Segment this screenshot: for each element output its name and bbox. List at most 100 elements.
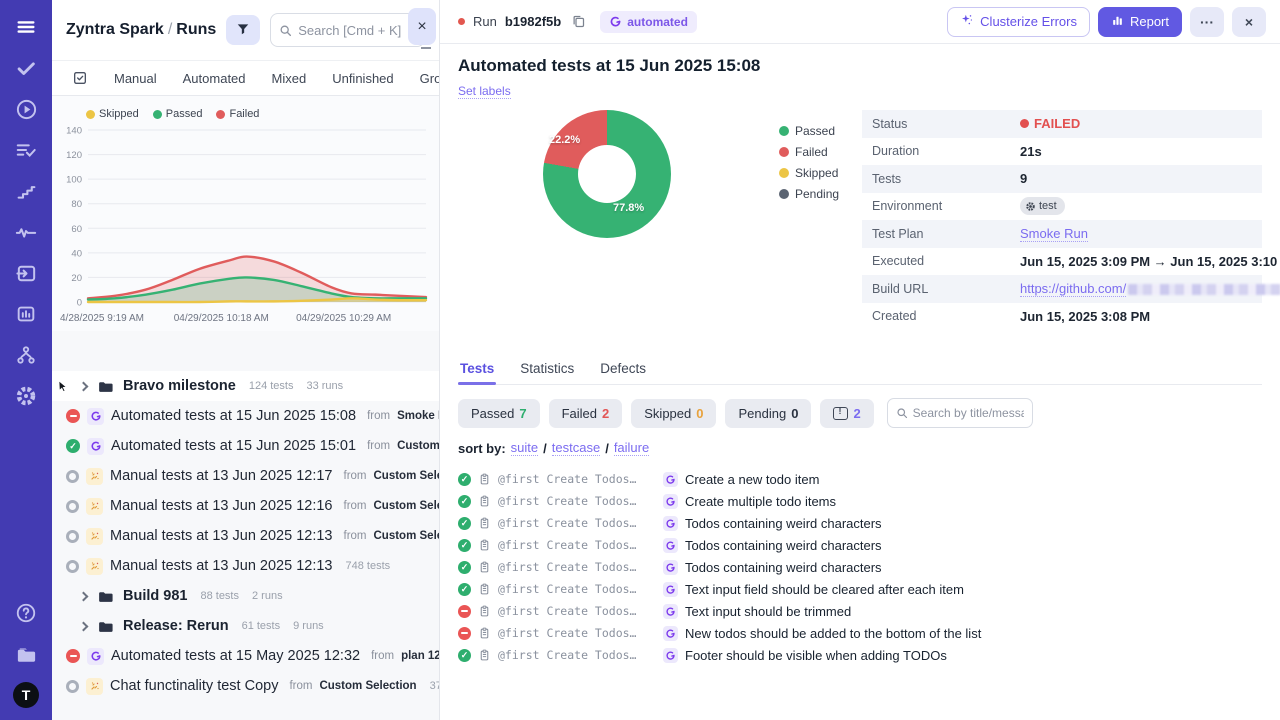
redacted-url — [1128, 284, 1280, 295]
runs-history-chart: Skipped Passed Failed 020406080100120140… — [52, 96, 439, 331]
test-row[interactable]: @first Create Todos… Text input field sh… — [458, 578, 1262, 600]
test-row[interactable]: @first Create Todos… Todos containing we… — [458, 556, 1262, 578]
tab-unfinished[interactable]: Unfinished — [332, 71, 393, 86]
more-button[interactable]: ··· — [1190, 7, 1224, 37]
runs-search[interactable] — [270, 13, 425, 47]
projects-folder-icon[interactable] — [13, 641, 39, 667]
clipboard-icon — [478, 626, 491, 640]
menu-icon[interactable] — [13, 14, 39, 40]
chevron-right-icon[interactable] — [79, 381, 89, 391]
manual-run-icon — [86, 678, 103, 695]
panel-resize-handle[interactable] — [421, 46, 431, 49]
automated-badge[interactable]: automated — [600, 11, 697, 33]
tests-check-icon[interactable] — [13, 55, 39, 81]
suites-icon[interactable] — [13, 137, 39, 163]
failed-dot-icon — [779, 147, 789, 157]
test-row[interactable]: @first Create Todos… Footer should be vi… — [458, 644, 1262, 666]
status-passed-icon — [458, 473, 471, 486]
info-row-environment: Environment test — [862, 193, 1262, 221]
tab-automated[interactable]: Automated — [183, 71, 246, 86]
test-row[interactable]: @first Create Todos… Todos containing we… — [458, 512, 1262, 534]
filter-skipped-chip[interactable]: Skipped0 — [631, 399, 716, 428]
tests-search[interactable] — [887, 398, 1033, 428]
tab-statistics[interactable]: Statistics — [518, 352, 576, 384]
svg-text:0: 0 — [77, 298, 82, 309]
run-row[interactable]: Manual tests at 13 Jun 2025 12:13 748 te… — [52, 551, 439, 581]
status-passed-icon — [458, 539, 471, 552]
runs-search-input[interactable] — [298, 23, 416, 38]
info-row-build-url: Build URL https://github.com/ — [862, 275, 1262, 303]
test-row[interactable]: @first Create Todos… Create multiple tod… — [458, 490, 1262, 512]
test-row[interactable]: @first Create Todos… Todos containing we… — [458, 534, 1262, 556]
chevron-right-icon[interactable] — [79, 591, 89, 601]
tab-mixed[interactable]: Mixed — [272, 71, 307, 86]
report-button[interactable]: Report — [1098, 7, 1182, 37]
svg-text:80: 80 — [71, 199, 82, 210]
folder-row[interactable]: Release: Rerun 61 tests9 runs — [52, 611, 439, 641]
run-row[interactable]: Manual tests at 13 Jun 2025 12:17 fromCu… — [52, 461, 439, 491]
run-row[interactable]: Automated tests at 15 Jun 2025 15:08 fro… — [52, 401, 439, 431]
automated-test-icon — [663, 538, 678, 553]
select-all-icon[interactable] — [72, 70, 88, 86]
tests-search-input[interactable] — [913, 406, 1024, 420]
runs-icon[interactable] — [13, 96, 39, 122]
filter-pending-chip[interactable]: Pending0 — [725, 399, 811, 428]
folder-icon — [97, 588, 114, 605]
copy-icon[interactable] — [571, 14, 586, 29]
sort-by-suite[interactable]: suite — [511, 440, 538, 456]
pulse-icon[interactable] — [13, 219, 39, 245]
set-labels-link[interactable]: Set labels — [458, 84, 511, 99]
comment-icon — [833, 407, 848, 420]
folder-row[interactable]: Build 981 88 tests2 runs — [52, 581, 439, 611]
run-detail-content: Automated tests at 15 Jun 2025 15:08 Set… — [440, 44, 1280, 720]
app-logo[interactable]: T — [13, 682, 39, 708]
folder-row[interactable]: Bravo milestone 124 tests33 runs — [52, 371, 439, 401]
run-id: b1982f5b — [505, 14, 561, 29]
test-row[interactable]: @first Create Todos… Create a new todo i… — [458, 468, 1262, 490]
legend-pending: Pending — [779, 187, 839, 201]
runs-panel-header: Zyntra Spark/Runs × — [52, 0, 439, 60]
run-row[interactable]: Chat functinality test Copy fromCustom S… — [52, 671, 439, 701]
analytics-icon[interactable] — [13, 301, 39, 327]
settings-gear-icon[interactable] — [13, 383, 39, 409]
test-plan-link[interactable]: Smoke Run — [1020, 226, 1088, 242]
build-url-link[interactable]: https://github.com/ — [1020, 281, 1126, 297]
tests-list: @first Create Todos… Create a new todo i… — [458, 468, 1262, 666]
run-row[interactable]: Manual tests at 13 Jun 2025 12:16 fromCu… — [52, 491, 439, 521]
sort-by-testcase[interactable]: testcase — [552, 440, 600, 456]
collapse-panel-button[interactable]: × — [408, 8, 436, 45]
donut-legend: Passed Failed Skipped Pending — [779, 124, 839, 348]
tab-tests[interactable]: Tests — [458, 352, 496, 384]
breadcrumb-project[interactable]: Zyntra Spark — [66, 21, 164, 38]
close-run-button[interactable]: × — [1232, 7, 1266, 37]
status-passed-icon — [458, 649, 471, 662]
filter-button[interactable] — [226, 15, 260, 45]
status-progress-icon — [66, 680, 79, 693]
tab-defects[interactable]: Defects — [598, 352, 648, 384]
run-type-tabs: Manual Automated Mixed Unfinished Groups — [52, 60, 439, 96]
help-icon[interactable] — [13, 600, 39, 626]
steps-icon[interactable] — [13, 178, 39, 204]
sparkle-icon — [960, 13, 974, 30]
chevron-right-icon[interactable] — [79, 621, 89, 631]
run-row[interactable]: Manual tests at 13 Jun 2025 12:13 fromCu… — [52, 521, 439, 551]
import-icon[interactable] — [13, 260, 39, 286]
test-row[interactable]: @first Create Todos… New todos should be… — [458, 622, 1262, 644]
tab-groups[interactable]: Groups — [420, 71, 440, 86]
filter-failed-chip[interactable]: Failed2 — [549, 399, 623, 428]
filter-passed-chip[interactable]: Passed7 — [458, 399, 540, 428]
status-passed-icon — [458, 495, 471, 508]
tab-manual[interactable]: Manual — [114, 71, 157, 86]
clusterize-errors-button[interactable]: Clusterize Errors — [947, 7, 1090, 37]
clipboard-icon — [478, 516, 491, 530]
status-passed-icon — [66, 439, 80, 453]
test-row[interactable]: @first Create Todos… Text input should b… — [458, 600, 1262, 622]
legend-failed: Failed — [779, 145, 839, 159]
clipboard-icon — [478, 582, 491, 596]
branches-icon[interactable] — [13, 342, 39, 368]
run-row[interactable]: Automated tests at 15 May 2025 12:32 fro… — [52, 641, 439, 671]
filter-comments-chip[interactable]: 2 — [820, 399, 873, 428]
sort-by-failure[interactable]: failure — [614, 440, 649, 456]
run-row[interactable]: Automated tests at 15 Jun 2025 15:01 fro… — [52, 431, 439, 461]
svg-text:60: 60 — [71, 224, 82, 235]
